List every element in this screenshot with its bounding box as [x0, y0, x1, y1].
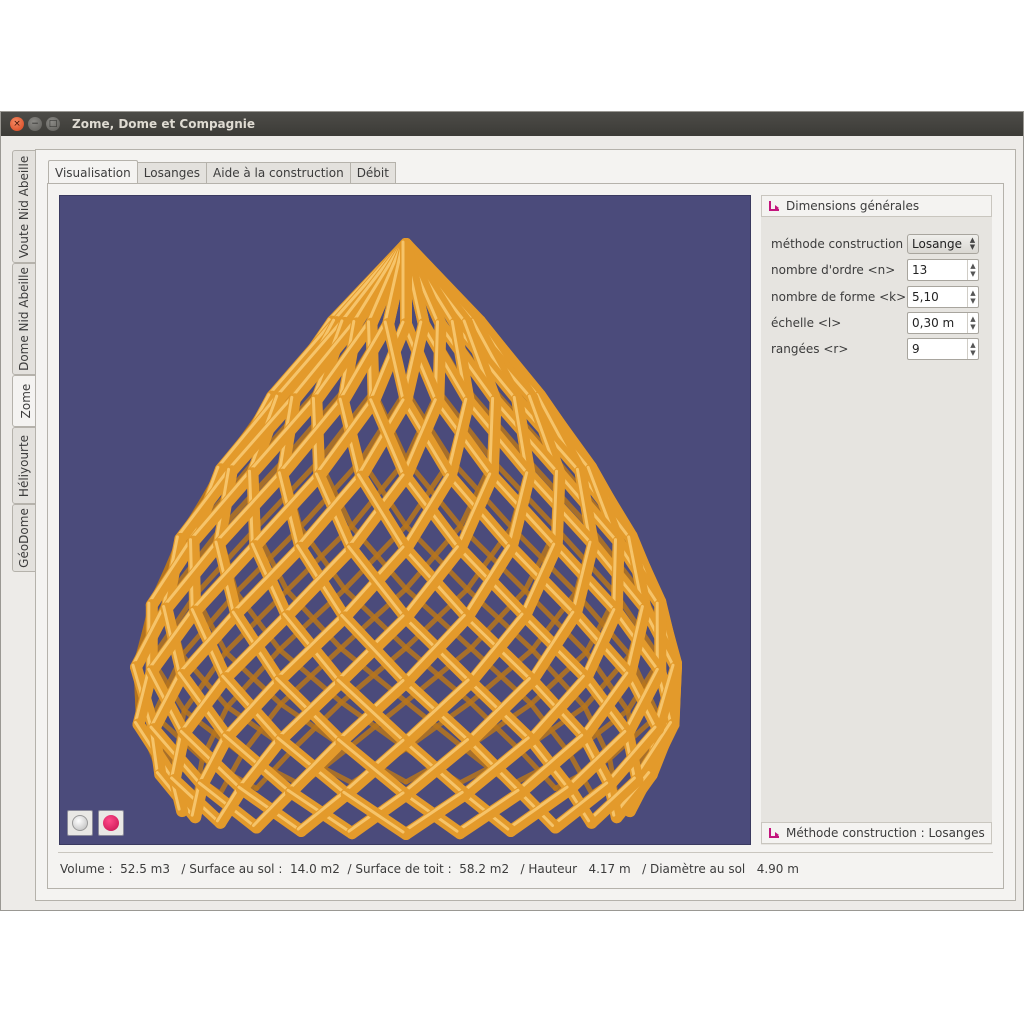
spin-arrows-icon[interactable]: ▲ ▼ — [967, 287, 978, 307]
grey-sphere-icon — [72, 815, 88, 831]
side-tab-label: Zome — [18, 383, 33, 419]
close-window-button[interactable]: × — [10, 117, 24, 131]
window-title: Zome, Dome et Compagnie — [72, 117, 256, 131]
spin-value: 5,10 — [912, 290, 939, 304]
property-label: échelle <l> — [771, 316, 842, 330]
tab-aide-construction[interactable]: Aide à la construction — [207, 162, 351, 184]
tab-label: Losanges — [143, 166, 201, 180]
record-button[interactable] — [98, 810, 124, 836]
top-tab-bar: Visualisation Losanges Aide à la constru… — [48, 160, 396, 184]
side-tab-dome-nid-abeille[interactable]: Dome Nid Abeille — [12, 263, 36, 375]
property-label: nombre de forme <k> — [771, 290, 907, 304]
side-tab-label: Dome Nid Abeille — [17, 267, 31, 371]
property-label: méthode construction — [771, 237, 904, 251]
expand-arrow-icon — [769, 201, 779, 211]
maximize-window-button[interactable]: □ — [46, 117, 60, 131]
spin-arrows-icon[interactable]: ▲ ▼ — [967, 339, 978, 359]
property-row-forme: nombre de forme <k> 5,10 ▲ ▼ — [761, 286, 992, 308]
properties-panel: Dimensions générales méthode constructio… — [761, 195, 992, 845]
view-mode-button[interactable] — [67, 810, 93, 836]
property-row-ordre: nombre d'ordre <n> 13 ▲ ▼ — [761, 259, 992, 281]
tab-debit[interactable]: Débit — [350, 162, 396, 184]
expand-arrow-icon — [769, 828, 779, 838]
side-tab-label: Héliyourte — [17, 434, 31, 497]
spin-arrows-icon[interactable]: ▲ ▼ — [967, 260, 978, 280]
tab-label: Débit — [356, 166, 389, 180]
maximize-icon: □ — [48, 118, 58, 129]
zome-strut-highlight — [612, 538, 617, 611]
property-row-methode: méthode construction Losange ▲ ▼ — [761, 233, 992, 255]
property-label: nombre d'ordre <n> — [771, 263, 896, 277]
minimize-icon: − — [31, 118, 39, 129]
methode-construction-select[interactable]: Losange ▲ ▼ — [907, 234, 979, 254]
side-tab-label: GéoDome — [17, 508, 31, 568]
side-tab-voute-nid-abeille[interactable]: Voute Nid Abeille — [12, 150, 36, 263]
tab-visualisation[interactable]: Visualisation — [48, 160, 138, 184]
zome-strut — [610, 535, 625, 618]
nombre-ordre-spinbox[interactable]: 13 ▲ ▼ — [907, 259, 979, 281]
spin-value: 13 — [912, 263, 928, 277]
main-content: Visualisation Losanges Aide à la constru… — [35, 149, 1016, 901]
property-label: rangées <r> — [771, 342, 849, 356]
dimensions-group-header[interactable]: Dimensions générales — [761, 195, 992, 217]
title-bar: × − □ Zome, Dome et Compagnie — [1, 112, 1023, 136]
updown-arrows-icon: ▲ ▼ — [969, 236, 976, 251]
spin-value: 0,30 m — [912, 316, 955, 330]
spin-value: 9 — [912, 342, 920, 356]
property-row-rangees: rangées <r> 9 ▲ ▼ — [761, 338, 992, 360]
tab-losanges[interactable]: Losanges — [137, 162, 208, 184]
zome-structure-render — [130, 238, 682, 840]
footer-value: : Losanges — [916, 826, 985, 840]
echelle-spinbox[interactable]: 0,30 m ▲ ▼ — [907, 312, 979, 334]
methode-group-header[interactable]: Méthode construction : Losanges — [761, 822, 992, 844]
select-value: Losange — [912, 237, 963, 251]
divider — [58, 852, 993, 853]
side-tab-label: Voute Nid Abeille — [17, 155, 31, 258]
visualisation-panel: Dimensions générales méthode constructio… — [47, 183, 1004, 889]
record-dot-icon — [103, 815, 119, 831]
nombre-forme-spinbox[interactable]: 5,10 ▲ ▼ — [907, 286, 979, 308]
minimize-window-button[interactable]: − — [28, 117, 42, 131]
group-title: Dimensions générales — [786, 199, 920, 213]
app-window: × − □ Zome, Dome et Compagnie Voute Nid … — [0, 111, 1024, 911]
close-icon: × — [13, 118, 21, 129]
rangees-spinbox[interactable]: 9 ▲ ▼ — [907, 338, 979, 360]
side-tab-geodome[interactable]: GéoDome — [12, 504, 36, 572]
side-tab-heliyourte[interactable]: Héliyourte — [12, 427, 36, 504]
footer-label: Méthode construction — [786, 826, 917, 840]
tab-label: Visualisation — [55, 165, 131, 180]
3d-viewport[interactable] — [59, 195, 751, 845]
status-summary: Volume : 52.5 m3 / Surface au sol : 14.0… — [60, 862, 799, 876]
property-row-echelle: échelle <l> 0,30 m ▲ ▼ — [761, 312, 992, 334]
spin-arrows-icon[interactable]: ▲ ▼ — [967, 313, 978, 333]
tab-label: Aide à la construction — [213, 166, 344, 180]
